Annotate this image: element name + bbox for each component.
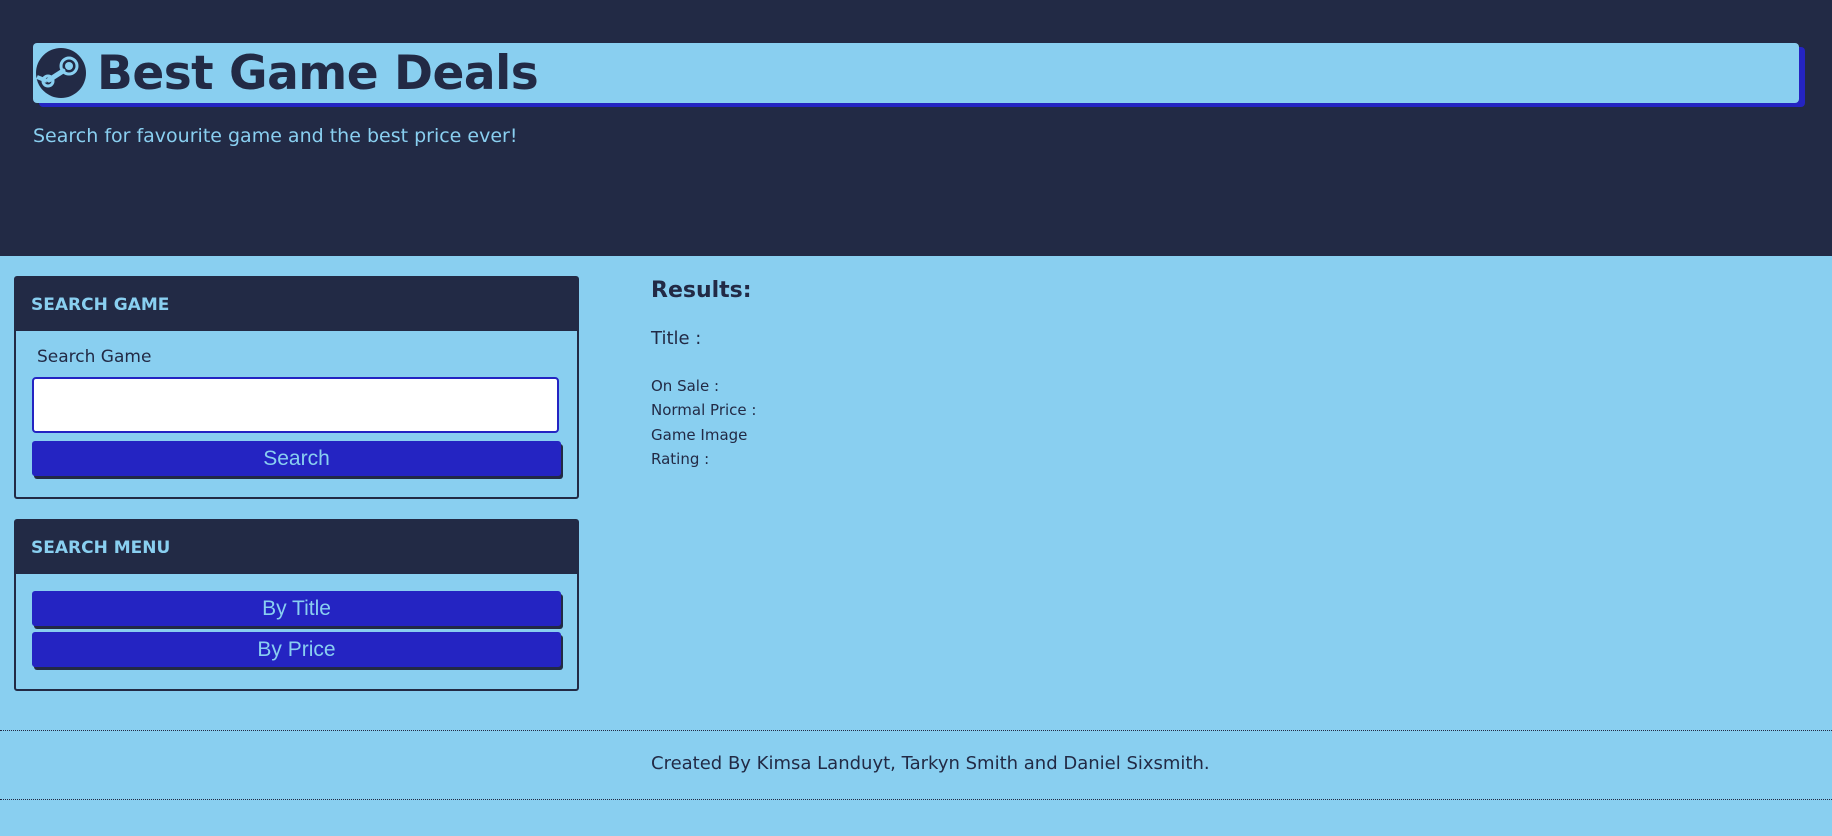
search-menu-heading: SEARCH MENU — [31, 537, 171, 558]
by-price-button[interactable]: By Price — [32, 632, 561, 667]
footer-credits: Created By Kimsa Landuyt, Tarkyn Smith a… — [651, 753, 1210, 774]
steam-logo-icon — [36, 48, 86, 98]
result-rating-label: Rating : — [651, 450, 710, 468]
search-menu-panel: SEARCH MENU By Title By Price — [14, 519, 579, 691]
title-bar: Best Game Deals — [33, 43, 1799, 103]
results-section: Results: Title : On Sale : Normal Price … — [651, 278, 756, 468]
search-game-panel-header: SEARCH GAME — [16, 278, 577, 331]
by-title-button[interactable]: By Title — [32, 591, 561, 626]
tagline: Search for favourite game and the best p… — [33, 125, 518, 147]
result-normal-price-label: Normal Price : — [651, 401, 757, 419]
search-game-panel: SEARCH GAME Search Game Search — [14, 276, 579, 499]
result-game-image: Game Image — [651, 426, 748, 444]
search-game-heading: SEARCH GAME — [31, 294, 170, 315]
search-game-label: Search Game — [37, 347, 152, 367]
results-heading: Results: — [651, 278, 752, 303]
search-menu-panel-header: SEARCH MENU — [16, 521, 577, 574]
footer-divider-top — [0, 730, 1832, 731]
site-header: Best Game Deals Search for favourite gam… — [0, 0, 1832, 256]
search-input[interactable] — [32, 377, 559, 433]
page-title: Best Game Deals — [97, 45, 539, 101]
search-button[interactable]: Search — [32, 441, 561, 476]
result-title-label: Title : — [651, 328, 702, 349]
result-on-sale-label: On Sale : — [651, 377, 720, 395]
footer-divider-bottom — [0, 799, 1832, 800]
